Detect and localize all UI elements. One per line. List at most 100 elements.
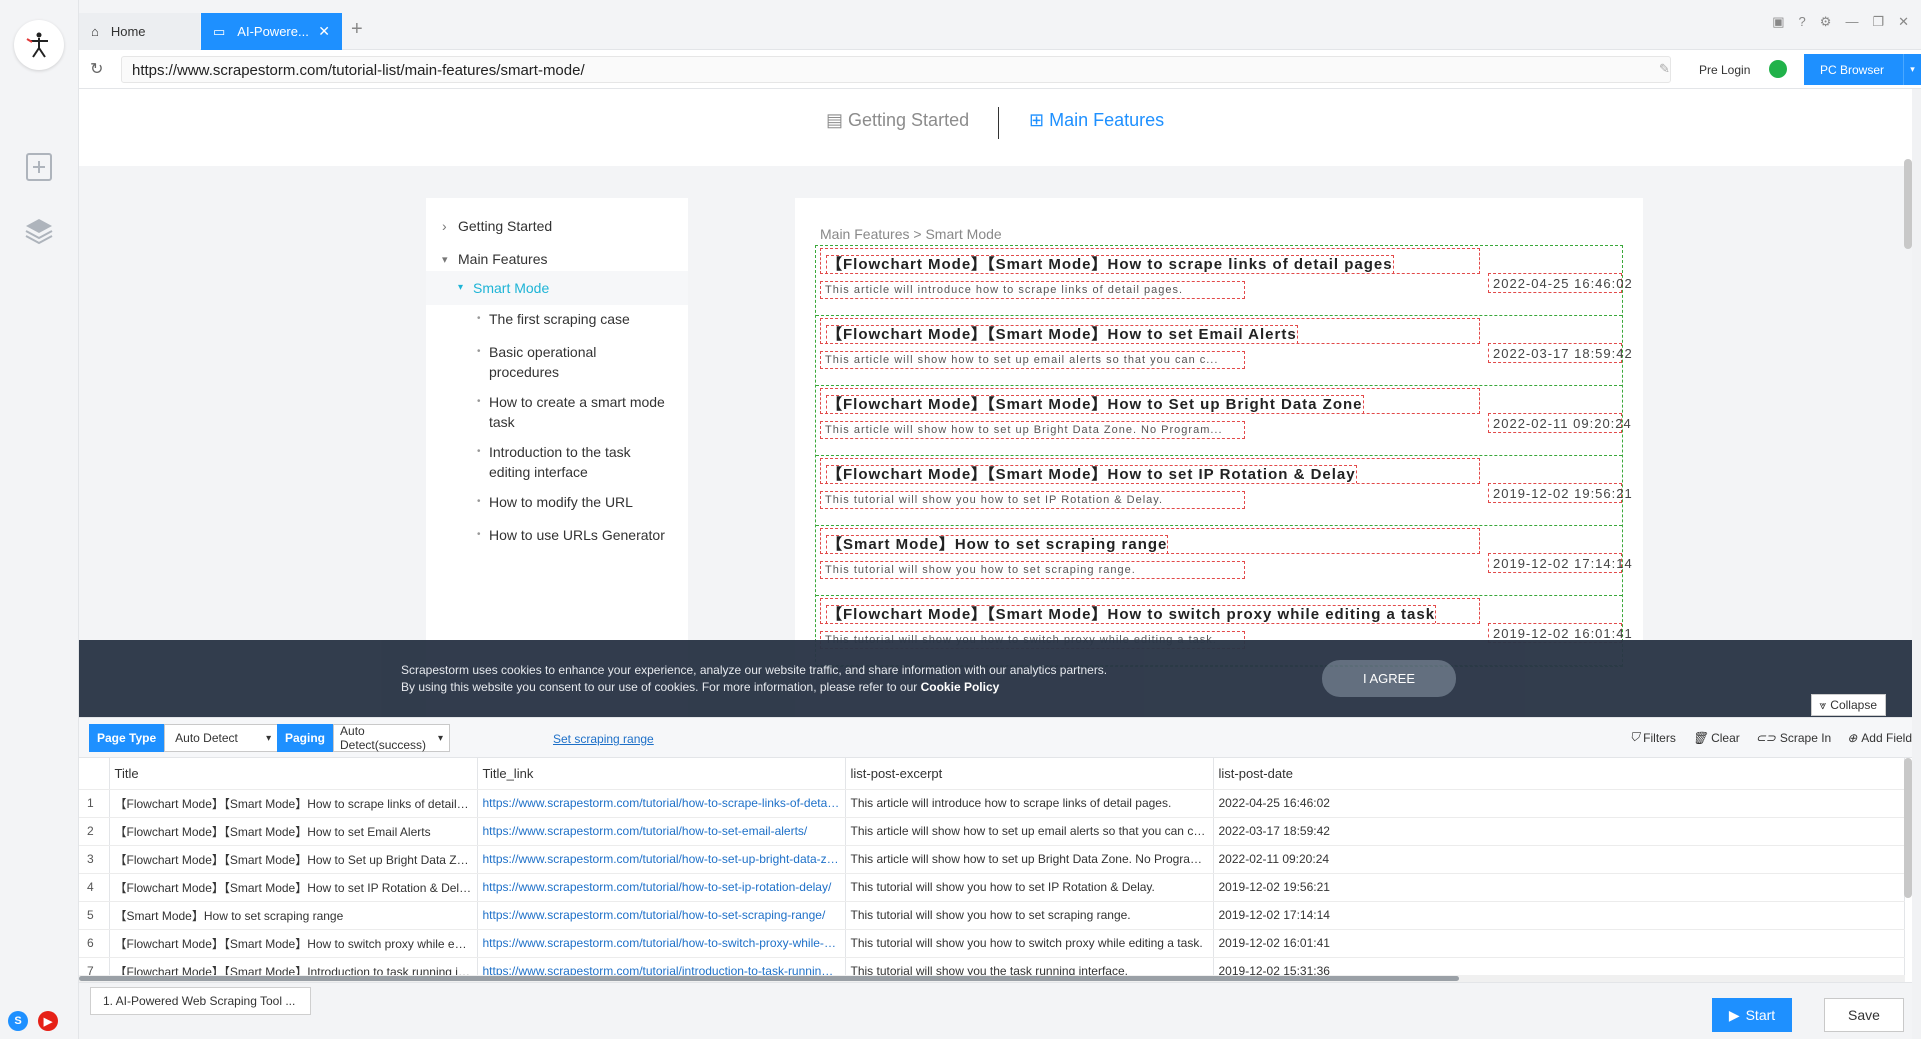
row-index: 4 xyxy=(79,873,110,902)
app-logo[interactable] xyxy=(14,20,64,70)
cell-excerpt[interactable]: This tutorial will show you how to set s… xyxy=(845,901,1214,930)
table-vertical-scrollbar[interactable] xyxy=(1904,758,1912,898)
table-row[interactable]: 5 【Smart Mode】How to set scraping range ht… xyxy=(79,901,1905,930)
page-scrollbar[interactable] xyxy=(1904,159,1912,249)
tab-home[interactable]: ⌂ Home xyxy=(79,13,200,50)
sidebar-subitem[interactable]: Basic operational procedures xyxy=(477,342,669,382)
cell-title[interactable]: 【Smart Mode】How to set scraping range xyxy=(109,901,478,930)
list-item[interactable]: 【Flowchart Mode】【Smart Mode】How to set I… xyxy=(816,456,1632,526)
url-input[interactable]: https://www.scrapestorm.com/tutorial-lis… xyxy=(121,56,1671,83)
table-row[interactable]: 6 【Flowchart Mode】【Smart Mode】How to swit… xyxy=(79,929,1905,958)
status-icon[interactable] xyxy=(1769,60,1787,78)
cell-date[interactable]: 2019-12-02 19:56:21 xyxy=(1213,873,1905,902)
table-row[interactable]: 3 【Flowchart Mode】【Smart Mode】How to Set … xyxy=(79,845,1905,874)
cell-excerpt[interactable]: This tutorial will show you how to switc… xyxy=(845,929,1214,958)
paging-select[interactable]: Auto Detect(success) xyxy=(333,724,451,752)
cell-title[interactable]: 【Flowchart Mode】【Smart Mode】How to Set u… xyxy=(109,845,478,874)
sidebar-item-smart-mode[interactable]: Smart Mode xyxy=(426,271,688,305)
sidebar-item-getting-started[interactable]: Getting Started xyxy=(442,216,552,236)
agree-button[interactable]: I AGREE xyxy=(1322,660,1456,697)
list-item[interactable]: 【Flowchart Mode】【Smart Mode】How to set E… xyxy=(816,316,1632,386)
cell-link[interactable]: https://www.scrapestorm.com/tutorial/how… xyxy=(477,817,846,846)
sidebar-subitem[interactable]: The first scraping case xyxy=(477,309,669,329)
table-row[interactable]: 4 【Flowchart Mode】【Smart Mode】How to set … xyxy=(79,873,1905,902)
cell-excerpt[interactable]: This article will show how to set up Bri… xyxy=(845,845,1214,874)
nav-main-features[interactable]: ⊞ Main Features xyxy=(1029,110,1164,131)
settings-icon[interactable]: ⚙ xyxy=(1820,14,1832,30)
article-title[interactable]: 【Flowchart Mode】【Smart Mode】How to set E… xyxy=(820,318,1480,344)
pc-browser-button[interactable]: PC Browser ▾ xyxy=(1804,54,1921,85)
help-icon[interactable]: ? xyxy=(1799,14,1806,30)
table-row[interactable]: 1 【Flowchart Mode】【Smart Mode】How to scra… xyxy=(79,789,1905,818)
restore-icon[interactable]: ❐ xyxy=(1872,14,1884,30)
sidebar-item-main-features[interactable]: Main Features xyxy=(442,249,548,270)
article-date: 2022-04-25 16:46:02 xyxy=(1488,273,1632,293)
cell-excerpt[interactable]: This article will introduce how to scrap… xyxy=(845,789,1214,818)
table-horizontal-scrollbar[interactable] xyxy=(79,975,1905,982)
column-header[interactable]: list-post-date xyxy=(1213,758,1905,790)
page-type-select[interactable]: Auto Detect xyxy=(164,724,279,752)
start-button[interactable]: ▶ Start xyxy=(1712,998,1792,1032)
column-header[interactable]: Title xyxy=(109,758,478,790)
list-item[interactable]: 【Flowchart Mode】【Smart Mode】How to scrap… xyxy=(816,246,1632,316)
nav-getting-started[interactable]: ▤ Getting Started xyxy=(826,110,969,131)
cell-title[interactable]: 【Flowchart Mode】【Smart Mode】How to switc… xyxy=(109,929,478,958)
site-top-nav: ▤ Getting Started ⊞ Main Features xyxy=(79,89,1912,166)
cell-date[interactable]: 2022-03-17 18:59:42 xyxy=(1213,817,1905,846)
edit-icon[interactable]: ✎ xyxy=(1659,61,1670,77)
cell-date[interactable]: 2019-12-02 17:14:14 xyxy=(1213,901,1905,930)
plus-icon[interactable]: + xyxy=(351,18,363,41)
cell-title[interactable]: 【Flowchart Mode】【Smart Mode】How to set E… xyxy=(109,817,478,846)
column-header[interactable]: list-post-excerpt xyxy=(845,758,1214,790)
article-title[interactable]: 【Flowchart Mode】【Smart Mode】How to switc… xyxy=(820,598,1480,624)
set-scraping-range-link[interactable]: Set scraping range xyxy=(553,732,654,746)
cookie-policy-link[interactable]: Cookie Policy xyxy=(921,680,1000,694)
column-header[interactable]: Title_link xyxy=(477,758,846,790)
table-row[interactable]: 2 【Flowchart Mode】【Smart Mode】How to set … xyxy=(79,817,1905,846)
sidebar-subitem[interactable]: How to use URLs Generator xyxy=(477,525,669,545)
scrape-in-button[interactable]: ⊂⊃ Scrape In xyxy=(1756,730,1831,745)
task-chip[interactable]: 1. AI-Powered Web Scraping Tool ... xyxy=(90,987,311,1015)
cell-link[interactable]: https://www.scrapestorm.com/tutorial/how… xyxy=(477,901,846,930)
cell-title[interactable]: 【Flowchart Mode】【Smart Mode】How to set I… xyxy=(109,873,478,902)
collapse-button[interactable]: ⩔ Collapse xyxy=(1810,694,1886,716)
window-close-icon[interactable]: ✕ xyxy=(1898,14,1909,30)
list-item[interactable]: 【Smart Mode】How to set scraping range Th… xyxy=(816,526,1632,596)
cell-excerpt[interactable]: This article will show how to set up ema… xyxy=(845,817,1214,846)
save-button[interactable]: Save xyxy=(1824,998,1904,1032)
sidebar-subitem[interactable]: How to create a smart mode task xyxy=(477,392,669,432)
cell-link[interactable]: https://www.scrapestorm.com/tutorial/how… xyxy=(477,873,846,902)
scrollbar-thumb[interactable] xyxy=(79,976,1459,981)
close-icon[interactable]: ✕ xyxy=(318,23,330,40)
article-title-text: 【Flowchart Mode】【Smart Mode】How to switc… xyxy=(826,605,1437,623)
article-title[interactable]: 【Flowchart Mode】【Smart Mode】How to scrap… xyxy=(820,248,1480,274)
add-field-button[interactable]: ⊕ Add Field xyxy=(1847,730,1912,745)
cell-link[interactable]: https://www.scrapestorm.com/tutorial/how… xyxy=(477,789,846,818)
cell-date[interactable]: 2019-12-02 16:01:41 xyxy=(1213,929,1905,958)
cell-excerpt[interactable]: This tutorial will show you how to set I… xyxy=(845,873,1214,902)
cell-link[interactable]: https://www.scrapestorm.com/tutorial/how… xyxy=(477,845,846,874)
pre-login-button[interactable]: Pre Login xyxy=(1699,63,1750,77)
article-title[interactable]: 【Flowchart Mode】【Smart Mode】How to set I… xyxy=(820,458,1480,484)
refresh-icon[interactable]: ↻ xyxy=(90,59,103,79)
skype-icon[interactable]: S xyxy=(8,1011,28,1031)
cell-link[interactable]: https://www.scrapestorm.com/tutorial/how… xyxy=(477,929,846,958)
sidebar-subitem[interactable]: Introduction to the task editing interfa… xyxy=(477,442,669,482)
chevron-down-icon[interactable]: ▾ xyxy=(1903,54,1921,85)
youtube-icon[interactable]: ▶ xyxy=(38,1011,58,1031)
new-task-icon[interactable] xyxy=(22,150,56,184)
article-title[interactable]: 【Smart Mode】How to set scraping range xyxy=(820,528,1480,554)
article-title-text: 【Flowchart Mode】【Smart Mode】How to Set u… xyxy=(826,395,1364,413)
cell-title[interactable]: 【Flowchart Mode】【Smart Mode】How to scrap… xyxy=(109,789,478,818)
minimize-icon[interactable]: — xyxy=(1845,14,1858,30)
sidebar-subitem[interactable]: How to modify the URL xyxy=(477,492,669,512)
list-item[interactable]: 【Flowchart Mode】【Smart Mode】How to Set u… xyxy=(816,386,1631,456)
cell-date[interactable]: 2022-02-11 09:20:24 xyxy=(1213,845,1905,874)
article-title[interactable]: 【Flowchart Mode】【Smart Mode】How to Set u… xyxy=(820,388,1480,414)
cell-date[interactable]: 2022-04-25 16:46:02 xyxy=(1213,789,1905,818)
filters-button[interactable]: ⛉ Filters xyxy=(1630,730,1676,745)
gift-icon[interactable]: ▣ xyxy=(1772,14,1784,30)
clear-button[interactable]: 🗑 Clear xyxy=(1692,730,1740,745)
tab-active[interactable]: ▭ AI-Powere... ✕ xyxy=(201,13,342,50)
layers-icon[interactable] xyxy=(22,214,56,248)
